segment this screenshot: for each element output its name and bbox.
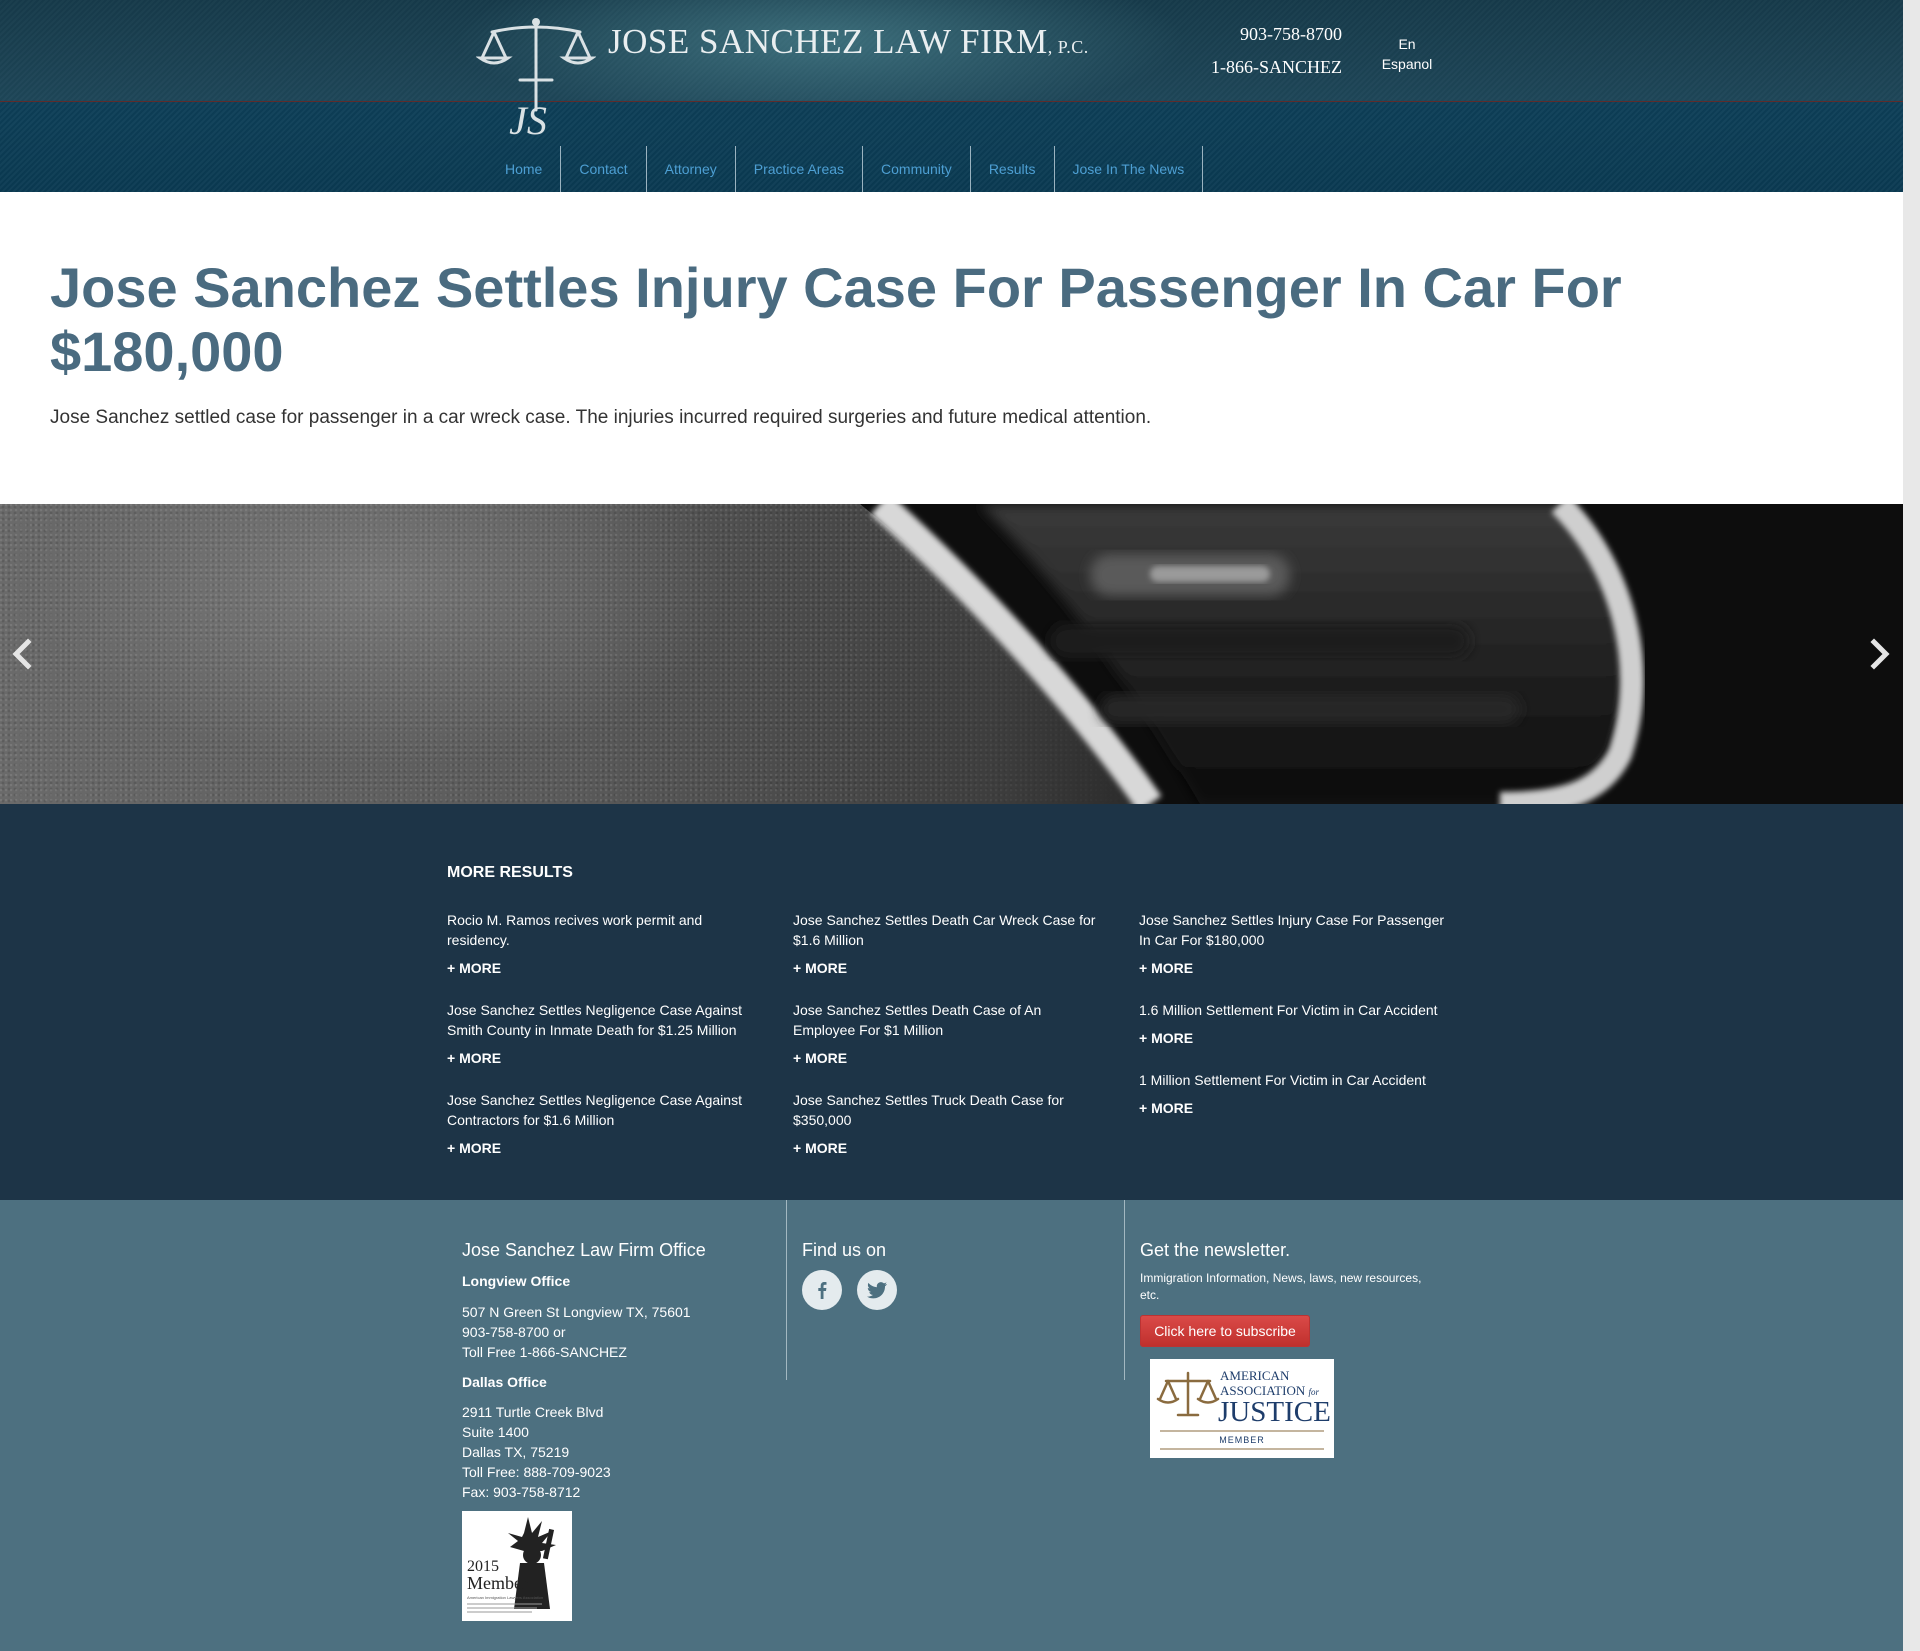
result-title[interactable]: 1 Million Settlement For Victim in Car A… [1139,1070,1449,1090]
nav-item-jose-in-the-news[interactable]: Jose In The News [1055,146,1204,192]
article-body: Jose Sanchez settled case for passenger … [50,407,1152,428]
dallas-suite-line: Suite 1400 [462,1424,529,1440]
result-item: Jose Sanchez Settles Death Case of An Em… [793,1000,1103,1066]
chevron-right-icon [1870,638,1890,670]
facebook-button[interactable] [802,1270,842,1310]
nav-item-practice-areas[interactable]: Practice Areas [736,146,864,192]
aaj-badge-line4: MEMBER [1219,1435,1265,1445]
find-us-heading: Find us on [802,1240,887,1260]
aila-badge-org: American Immigration Lawyers Association [467,1595,543,1600]
nav-item-home[interactable]: Home [491,146,562,192]
result-more-link[interactable]: + MORE [447,1050,757,1066]
page: JS JOSE SANCHEZ LAW FIRM, P.C. 903-758-8… [0,0,1903,1651]
longview-phone-line: 903-758-8700 or [462,1324,566,1340]
result-item: 1 Million Settlement For Victim in Car A… [1139,1070,1449,1116]
footer-divider [786,1200,787,1380]
logo-letters: JS [509,98,547,143]
dallas-city-line: Dallas TX, 75219 [462,1444,570,1460]
result-title[interactable]: Rocio M. Ramos recives work permit and r… [447,910,757,950]
article-title: Jose Sanchez Settles Injury Case For Pas… [50,256,1622,383]
result-title[interactable]: Jose Sanchez Settles Negligence Case Aga… [447,1000,757,1040]
subscribe-button[interactable]: Click here to subscribe [1140,1315,1310,1347]
result-title[interactable]: Jose Sanchez Settles Death Car Wreck Cas… [793,910,1103,950]
result-item: Jose Sanchez Settles Death Car Wreck Cas… [793,910,1103,976]
nav-item-community[interactable]: Community [863,146,971,192]
result-more-link[interactable]: + MORE [793,960,1103,976]
result-title[interactable]: Jose Sanchez Settles Injury Case For Pas… [1139,910,1449,950]
page-scrollbar[interactable] [1903,0,1920,1651]
language-link-espanol[interactable]: Espanol [1372,56,1442,72]
brand-name[interactable]: JOSE SANCHEZ LAW FIRM, P.C. [608,22,1089,62]
result-item: Jose Sanchez Settles Injury Case For Pas… [1139,910,1449,976]
logo-scales-icon[interactable]: JS [475,14,597,144]
result-more-link[interactable]: + MORE [793,1140,1103,1156]
language-link-en[interactable]: En [1372,36,1442,52]
longview-toll-free-line: Toll Free 1-866-SANCHEZ [462,1344,627,1360]
brand-suffix-text: P.C. [1057,37,1089,57]
footer-divider [1124,1200,1125,1380]
twitter-button[interactable] [857,1270,897,1310]
result-more-link[interactable]: + MORE [447,960,757,976]
longview-address-line: 507 N Green St Longview TX, 75601 [462,1304,691,1320]
nav-item-results[interactable]: Results [971,146,1055,192]
phone-toll-free[interactable]: 1-866-SANCHEZ [1211,57,1342,78]
result-item: Rocio M. Ramos recives work permit and r… [447,910,757,976]
site-footer: Jose Sanchez Law Firm Office Longview Of… [0,1200,1903,1651]
aaj-badge-line1: AMERICAN [1220,1368,1290,1383]
slider-prev-button[interactable] [6,634,40,674]
facebook-icon [818,1282,827,1299]
result-title[interactable]: Jose Sanchez Settles Negligence Case Aga… [447,1090,757,1130]
result-more-link[interactable]: + MORE [447,1140,757,1156]
more-results-section: MORE RESULTS Rocio M. Ramos recives work… [0,804,1903,1200]
result-more-link[interactable]: + MORE [793,1050,1103,1066]
aaj-badge-line3: JUSTICE [1218,1396,1331,1428]
main-nav: Home Contact Attorney Practice Areas Com… [491,146,1204,192]
result-title[interactable]: Jose Sanchez Settles Death Case of An Em… [793,1000,1103,1040]
result-more-link[interactable]: + MORE [1139,1030,1449,1046]
phone-primary[interactable]: 903-758-8700 [1240,24,1342,45]
brand-suffix: , P.C. [1047,37,1089,57]
slide-image-car-vent [860,504,1900,804]
result-item: Jose Sanchez Settles Negligence Case Aga… [447,1090,757,1156]
image-slider [0,504,1903,804]
twitter-icon [867,1282,887,1299]
slider-next-button[interactable] [1862,634,1896,674]
result-title[interactable]: 1.6 Million Settlement For Victim in Car… [1139,1000,1449,1020]
aila-2015-member-badge: 2015 Member American Immigration Lawyers… [462,1511,572,1621]
dallas-office-title: Dallas Office [462,1374,547,1390]
dallas-toll-free-line: Toll Free: 888-709-9023 [462,1464,611,1480]
dallas-fax-line: Fax: 903-758-8712 [462,1484,581,1500]
more-results-heading: MORE RESULTS [447,864,573,881]
aila-badge-label: Member [467,1573,528,1593]
dallas-address-line: 2911 Turtle Creek Blvd [462,1404,604,1420]
result-item: 1.6 Million Settlement For Victim in Car… [1139,1000,1449,1046]
newsletter-heading: Get the newsletter. [1140,1240,1291,1260]
nav-item-attorney[interactable]: Attorney [647,146,736,192]
chevron-left-icon [12,638,32,670]
nav-item-contact[interactable]: Contact [561,146,647,192]
result-more-link[interactable]: + MORE [1139,960,1449,976]
brand-name-text: JOSE SANCHEZ LAW FIRM [608,22,1048,61]
office-heading: Jose Sanchez Law Firm Office [462,1240,706,1260]
aaj-member-badge: AMERICAN ASSOCIATION for JUSTICE MEMBER [1150,1359,1334,1458]
result-more-link[interactable]: + MORE [1139,1100,1449,1116]
result-title[interactable]: Jose Sanchez Settles Truck Death Case fo… [793,1090,1103,1130]
result-item: Jose Sanchez Settles Negligence Case Aga… [447,1000,757,1066]
newsletter-description: Immigration Information, News, laws, new… [1140,1271,1422,1302]
result-item: Jose Sanchez Settles Truck Death Case fo… [793,1090,1103,1156]
longview-office-title: Longview Office [462,1273,571,1289]
